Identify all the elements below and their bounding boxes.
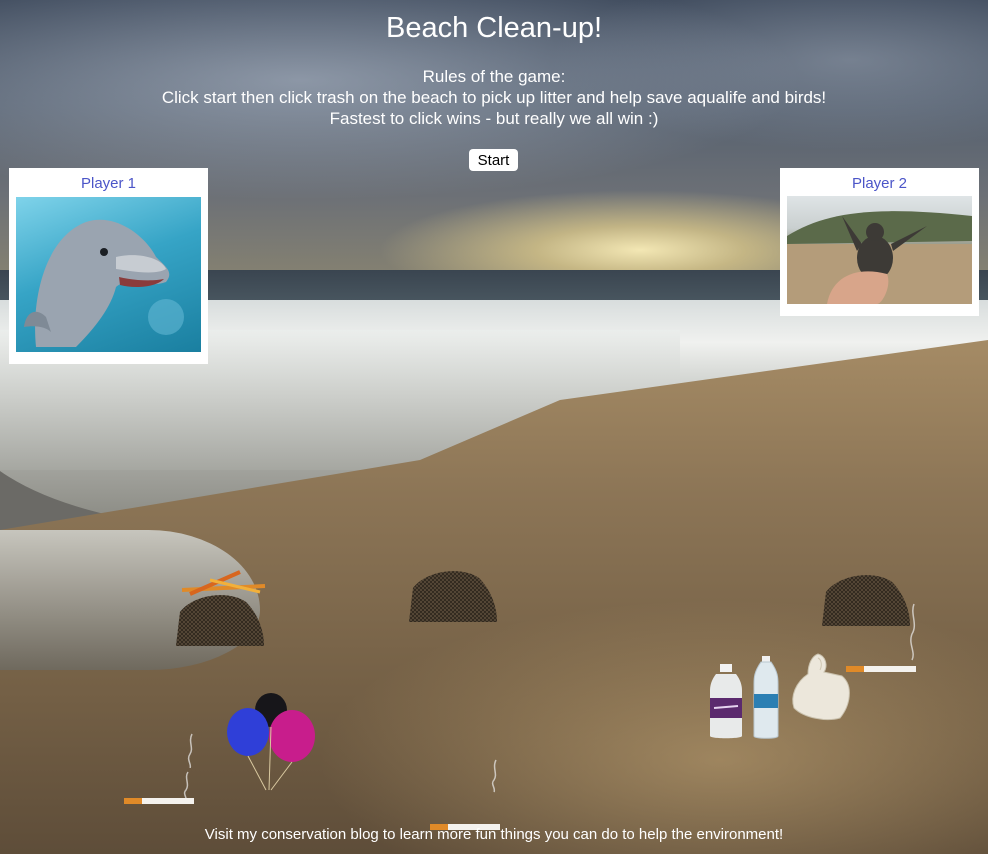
water-bottle-trash[interactable] <box>752 654 780 740</box>
player-2-name: Player 2 <box>851 175 908 192</box>
turtle-photo <box>787 196 972 304</box>
plastic-bag-trash[interactable] <box>790 652 856 722</box>
cigarette-smoke <box>178 732 202 769</box>
balloons-trash[interactable] <box>226 692 318 792</box>
start-button[interactable]: Start <box>469 149 518 171</box>
balloons-icon <box>227 693 315 791</box>
fishing-net-1[interactable] <box>174 590 266 648</box>
rules-heading: Rules of the game: <box>422 67 566 86</box>
cigarette-3[interactable] <box>846 600 922 682</box>
rules-line-1: Click start then click trash on the beac… <box>161 88 827 107</box>
dolphin-photo <box>16 197 201 352</box>
page-title: Beach Clean-up! <box>385 12 603 44</box>
juice-bottle-icon <box>710 664 742 739</box>
cigarette-2[interactable] <box>430 758 502 798</box>
player-1-card: Player 1 <box>9 168 208 364</box>
plastic-bag-icon <box>792 653 850 721</box>
rules-text: Rules of the game: Click start then clic… <box>0 66 988 129</box>
conservation-blog-link[interactable]: Visit my conservation blog to learn more… <box>0 826 988 843</box>
juice-bottle-trash[interactable] <box>708 662 744 740</box>
water-bottle-icon <box>753 656 779 739</box>
cigarette-1[interactable] <box>124 768 196 808</box>
player-2-card: Player 2 <box>780 168 979 316</box>
player-1-name: Player 1 <box>80 175 137 192</box>
rules-line-2: Fastest to click wins - but really we al… <box>329 109 659 128</box>
fishing-net-2[interactable] <box>407 566 499 624</box>
